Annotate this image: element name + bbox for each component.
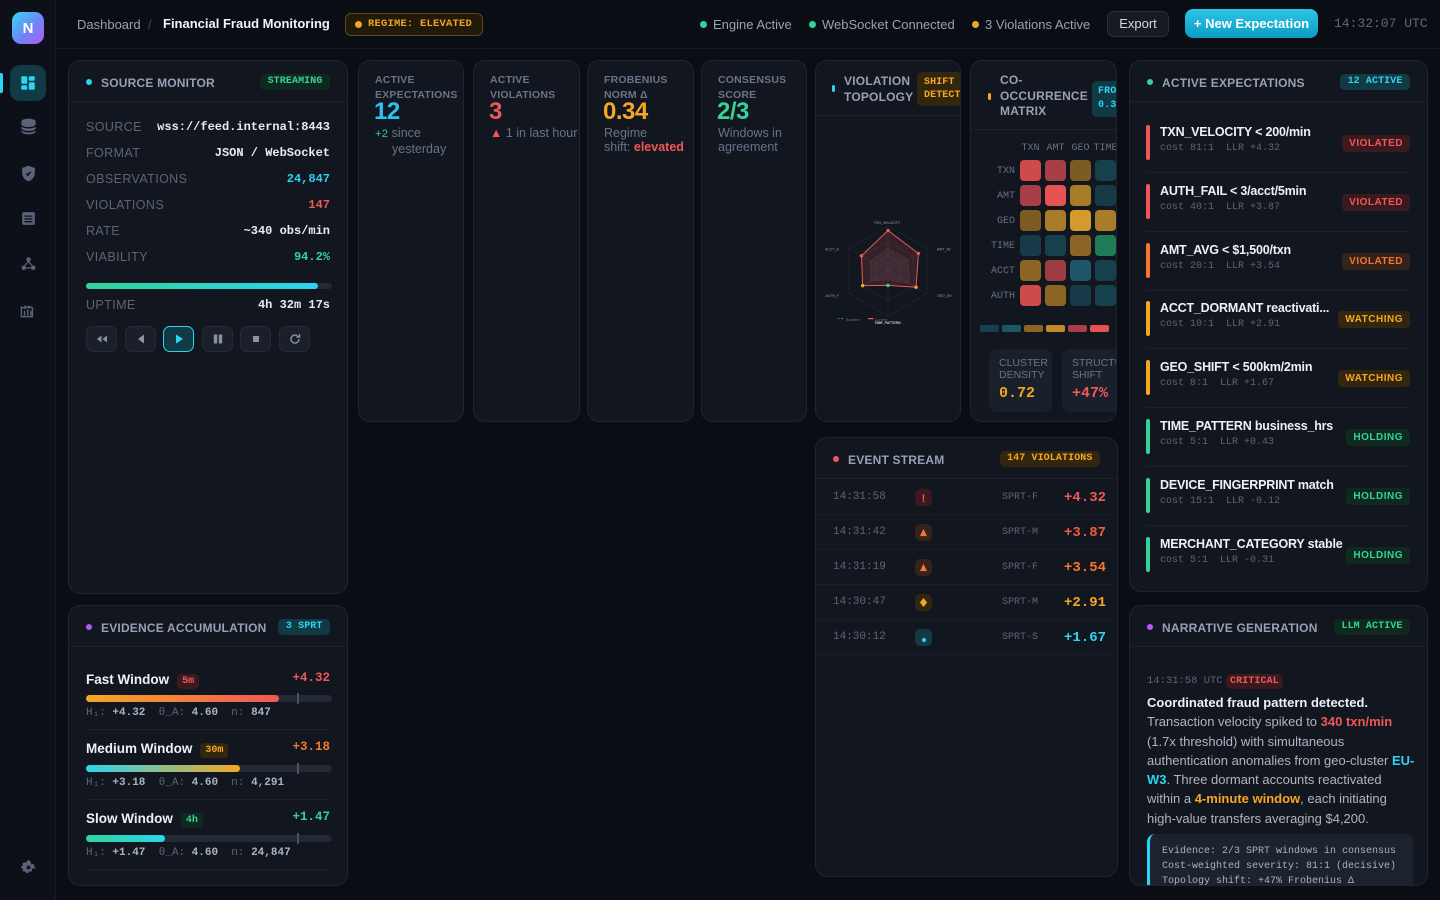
svg-text:GEO_SH: GEO_SH bbox=[937, 294, 952, 298]
svg-text:Current: Current bbox=[875, 318, 888, 322]
svg-text:AUTH_F: AUTH_F bbox=[825, 294, 839, 298]
svg-text:Baseline: Baseline bbox=[846, 318, 860, 322]
svg-text:TXN_VELOCITY: TXN_VELOCITY bbox=[874, 221, 901, 225]
svg-text:ACCT_D: ACCT_D bbox=[825, 248, 839, 252]
svg-text:AMT_AV: AMT_AV bbox=[937, 248, 951, 252]
